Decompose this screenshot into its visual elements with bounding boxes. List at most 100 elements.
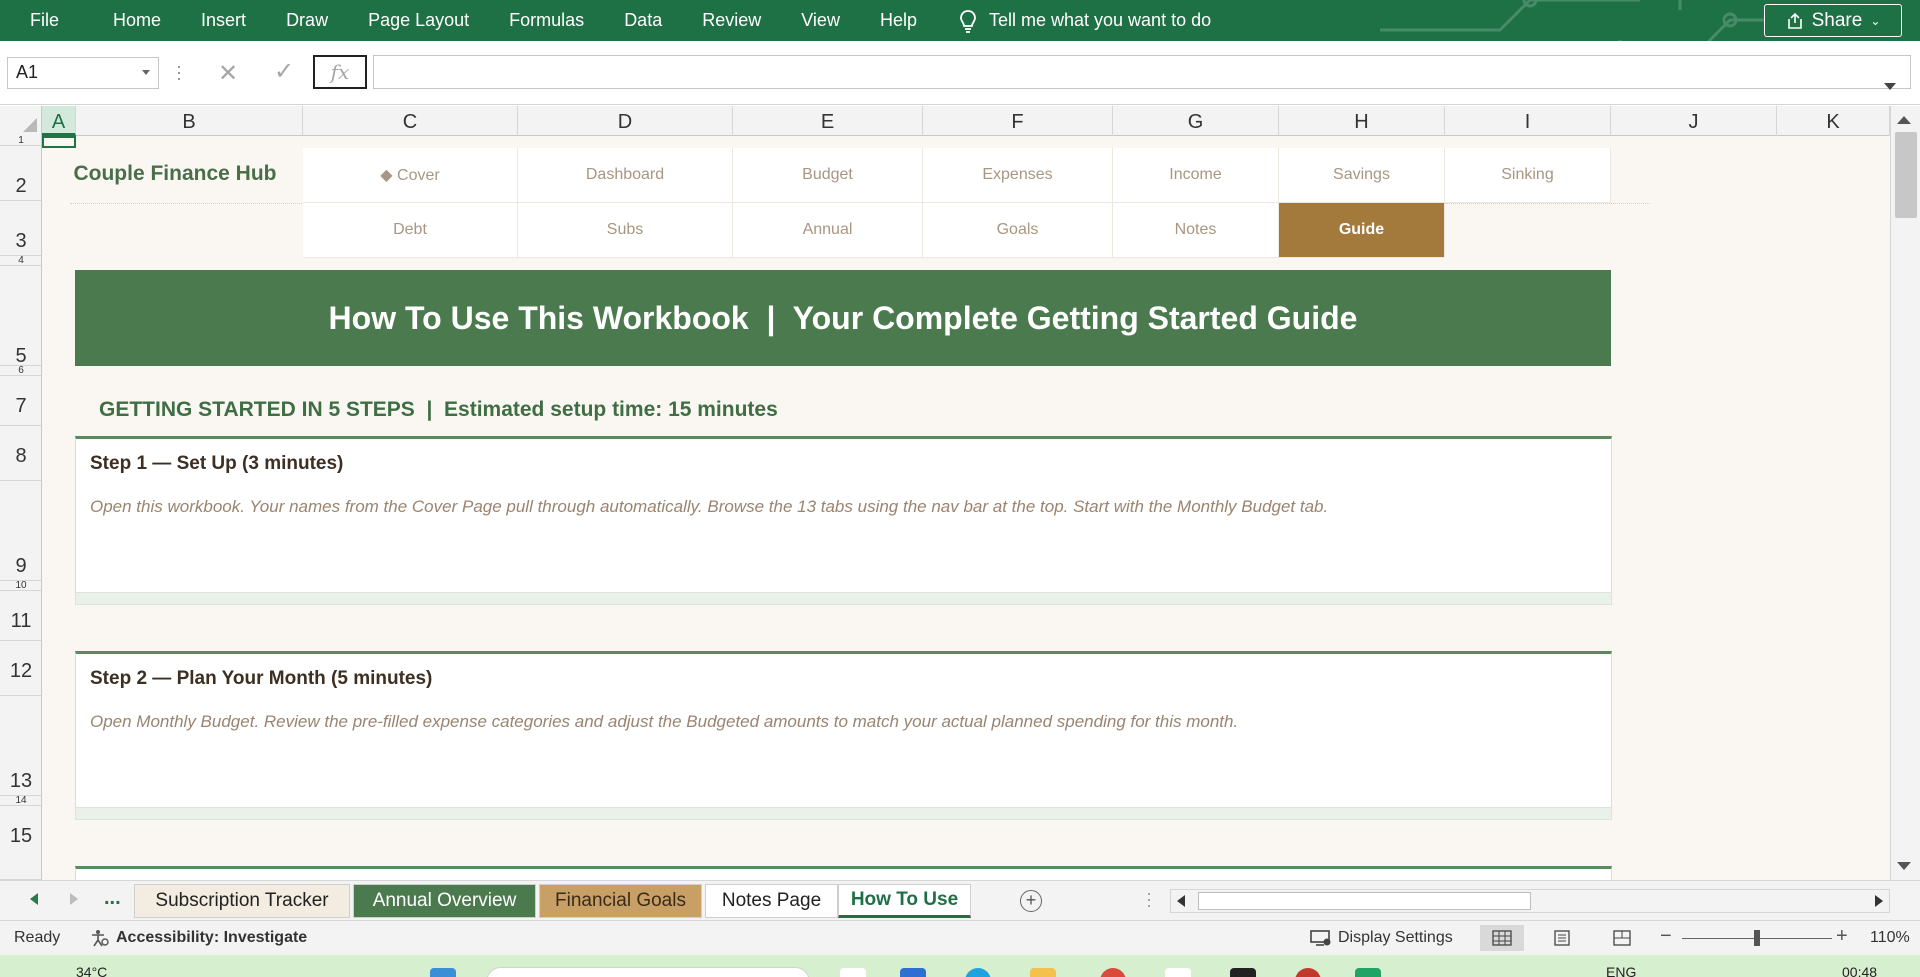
column-header-j[interactable]: J (1611, 106, 1777, 136)
horizontal-scroll-thumb[interactable] (1198, 892, 1531, 910)
row-header-9[interactable]: 9 (0, 481, 41, 581)
horizontal-scrollbar[interactable] (1170, 889, 1890, 913)
zoom-slider-thumb[interactable] (1754, 930, 1760, 946)
tab-file[interactable]: File (0, 0, 93, 41)
taskbar-folder-icon[interactable] (1030, 968, 1056, 977)
row-header-1[interactable]: 1 (0, 136, 41, 146)
zoom-level[interactable]: 110% (1870, 929, 1910, 947)
start-icon[interactable] (430, 968, 456, 977)
tab-home[interactable]: Home (93, 0, 181, 41)
nav-dashboard[interactable]: Dashboard (518, 148, 733, 203)
scroll-up-icon[interactable] (1897, 116, 1911, 124)
tab-split-grip-icon[interactable]: · · · (1146, 884, 1152, 914)
column-header-e[interactable]: E (733, 106, 923, 136)
more-sheets-button[interactable]: ... (104, 887, 121, 910)
column-header-d[interactable]: D (518, 106, 733, 136)
row-header-15[interactable]: 15 (0, 806, 41, 880)
taskbar-excel-icon[interactable] (1355, 968, 1381, 977)
worksheet-grid[interactable]: Couple Finance Hub ◆ Cover Dashboard Bud… (42, 136, 1890, 880)
zoom-in-button[interactable]: + (1836, 925, 1848, 948)
sheet-tab-subscription-tracker[interactable]: Subscription Tracker (134, 884, 350, 918)
taskbar-app-icon[interactable] (900, 968, 926, 977)
cancel-entry-icon[interactable]: ✕ (218, 59, 238, 88)
nav-sinking[interactable]: Sinking (1445, 148, 1611, 203)
row-header-7[interactable]: 7 (0, 376, 41, 426)
previous-sheet-icon[interactable] (30, 893, 38, 905)
add-sheet-icon[interactable]: + (1020, 890, 1042, 912)
nav-goals[interactable]: Goals (923, 203, 1113, 258)
display-settings-button[interactable]: Display Settings (1310, 929, 1453, 947)
vertical-scroll-thumb[interactable] (1895, 132, 1917, 218)
column-header-c[interactable]: C (303, 106, 518, 136)
column-header-k[interactable]: K (1777, 106, 1890, 136)
nav-cover[interactable]: ◆ Cover (303, 148, 518, 203)
nav-subs[interactable]: Subs (518, 203, 733, 258)
page-layout-view-icon[interactable] (1540, 925, 1584, 951)
tab-page-layout[interactable]: Page Layout (348, 0, 489, 41)
scroll-right-icon[interactable] (1875, 895, 1883, 907)
nav-debt[interactable]: Debt (303, 203, 518, 258)
column-header-i[interactable]: I (1445, 106, 1611, 136)
insert-function-button[interactable]: fx (313, 55, 367, 89)
name-box-dropdown-icon[interactable] (142, 70, 150, 75)
row-header-5[interactable]: 5 (0, 266, 41, 367)
scroll-down-icon[interactable] (1897, 862, 1911, 870)
vertical-scrollbar[interactable] (1890, 106, 1920, 880)
sheet-tab-annual-overview[interactable]: Annual Overview (353, 884, 536, 918)
normal-view-icon[interactable] (1480, 925, 1524, 951)
nav-expenses[interactable]: Expenses (923, 148, 1113, 203)
tell-me-box[interactable]: Tell me what you want to do (959, 9, 1211, 33)
weather-widget[interactable]: 34°C (76, 964, 107, 977)
expand-formula-bar-icon[interactable] (1884, 83, 1896, 90)
row-header-6[interactable]: 6 (0, 366, 41, 376)
taskbar-app-icon[interactable] (840, 968, 866, 977)
tab-review[interactable]: Review (682, 0, 781, 41)
column-header-h[interactable]: H (1279, 106, 1445, 136)
row-header-4[interactable]: 4 (0, 256, 41, 266)
zoom-out-button[interactable]: − (1660, 925, 1672, 948)
taskbar-app-icon[interactable] (1230, 968, 1256, 977)
row-header-8[interactable]: 8 (0, 426, 41, 481)
share-button[interactable]: Share ⌄ (1764, 4, 1902, 37)
nav-guide[interactable]: Guide (1279, 203, 1445, 258)
page-break-view-icon[interactable] (1600, 925, 1644, 951)
sheet-tab-how-to-use[interactable]: How To Use (838, 884, 971, 918)
nav-savings[interactable]: Savings (1279, 148, 1445, 203)
select-all-button[interactable] (0, 106, 42, 136)
formula-bar-grip-icon[interactable]: · · · (176, 57, 182, 87)
column-header-f[interactable]: F (923, 106, 1113, 136)
taskbar-search[interactable] (486, 967, 810, 977)
nav-budget[interactable]: Budget (733, 148, 923, 203)
active-cell-a1[interactable] (42, 136, 76, 148)
next-sheet-icon[interactable] (70, 893, 78, 905)
column-header-a[interactable]: A (42, 106, 76, 136)
row-header-12[interactable]: 12 (0, 641, 41, 696)
column-header-g[interactable]: G (1113, 106, 1279, 136)
row-header-14[interactable]: 14 (0, 796, 41, 806)
taskbar-app-icon[interactable] (1165, 968, 1191, 977)
tab-view[interactable]: View (781, 0, 860, 41)
column-header-b[interactable]: B (76, 106, 303, 136)
row-header-10[interactable]: 10 (0, 581, 41, 591)
row-header-13[interactable]: 13 (0, 696, 41, 796)
row-header-2[interactable]: 2 (0, 146, 41, 201)
scroll-left-icon[interactable] (1177, 895, 1185, 907)
input-language[interactable]: ENG (1606, 964, 1636, 977)
confirm-entry-icon[interactable]: ✓ (274, 57, 294, 86)
row-header-3[interactable]: 3 (0, 201, 41, 256)
nav-notes[interactable]: Notes (1113, 203, 1279, 258)
taskbar-app-icon[interactable] (965, 968, 991, 977)
tab-help[interactable]: Help (860, 0, 937, 41)
name-box[interactable]: A1 (7, 57, 159, 89)
sheet-tab-financial-goals[interactable]: Financial Goals (539, 884, 702, 918)
taskbar-app-icon[interactable] (1100, 968, 1126, 977)
sheet-tab-notes-page[interactable]: Notes Page (705, 884, 838, 918)
nav-annual[interactable]: Annual (733, 203, 923, 258)
accessibility-checker[interactable]: Accessibility: Investigate (90, 929, 307, 947)
formula-input[interactable] (373, 55, 1911, 90)
tab-draw[interactable]: Draw (266, 0, 348, 41)
taskbar-app-icon[interactable] (1295, 968, 1321, 977)
nav-income[interactable]: Income (1113, 148, 1279, 203)
taskbar-clock[interactable]: 00:48 (1842, 964, 1877, 977)
tab-insert[interactable]: Insert (181, 0, 266, 41)
